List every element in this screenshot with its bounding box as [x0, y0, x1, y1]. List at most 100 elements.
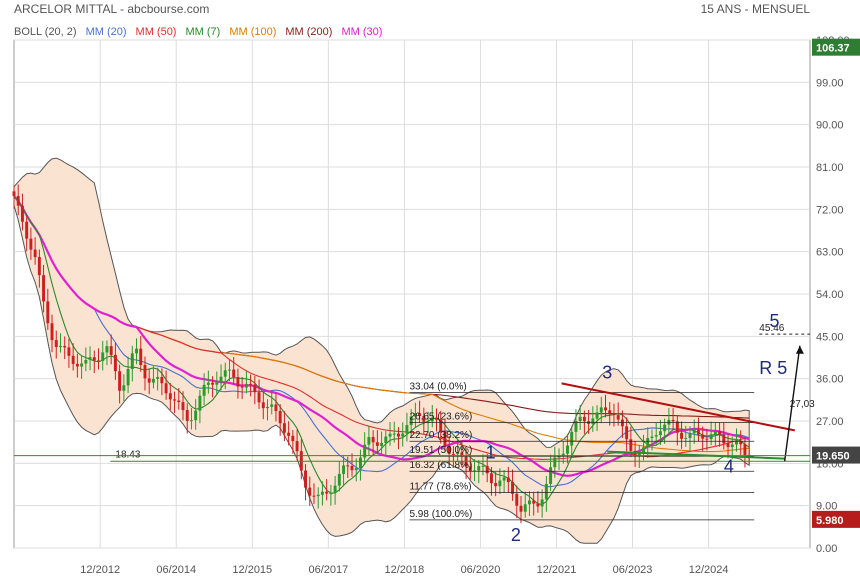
candle: [168, 393, 172, 400]
candle: [401, 433, 405, 437]
candle: [147, 378, 151, 383]
candle: [198, 395, 202, 411]
candle: [63, 345, 67, 348]
candle: [604, 407, 607, 411]
candle: [544, 483, 548, 500]
candle: [308, 487, 312, 496]
candle: [253, 384, 257, 393]
candle: [375, 442, 379, 446]
candle: [257, 392, 261, 403]
candle: [346, 465, 350, 467]
candle: [46, 301, 50, 324]
candle: [688, 433, 692, 439]
candle: [177, 400, 181, 403]
candle: [625, 426, 629, 440]
candle: [616, 415, 620, 420]
candle: [236, 377, 240, 387]
candle: [595, 412, 599, 419]
candle: [113, 354, 117, 372]
y-tick-label: 54.00: [816, 289, 844, 301]
candle: [67, 347, 71, 356]
candle: [215, 382, 219, 385]
y-tick-label: 63.00: [816, 247, 844, 259]
candle: [608, 410, 612, 414]
candle: [566, 445, 569, 454]
fibonacci-label: 26.65 (23.6%): [409, 412, 472, 423]
candle: [701, 434, 705, 439]
candle: [692, 430, 696, 434]
top-price-badge: 106.37: [816, 43, 850, 55]
wave-label: 1: [486, 443, 496, 463]
candle: [663, 424, 667, 432]
fibonacci-label: 16.32 (61.8%): [409, 460, 472, 471]
candle: [333, 485, 337, 494]
candle: [202, 384, 206, 396]
y-tick-label: 99.00: [816, 77, 844, 89]
candle: [20, 205, 24, 222]
x-tick-label: 06/2017: [308, 564, 348, 576]
wave-label: 4: [724, 457, 734, 477]
candle: [189, 420, 193, 422]
candle: [160, 376, 164, 384]
candle: [118, 371, 122, 391]
y-tick-label: 81.00: [816, 162, 844, 174]
candle: [126, 368, 130, 386]
candle: [696, 430, 700, 435]
candle: [151, 378, 155, 383]
candle: [143, 365, 147, 379]
candle: [540, 499, 544, 507]
candle: [164, 383, 168, 394]
candle: [16, 196, 20, 206]
candle: [405, 425, 409, 434]
candle: [312, 495, 316, 497]
candle: [342, 465, 346, 474]
candle: [194, 410, 198, 421]
candle: [337, 473, 341, 486]
x-tick-label: 12/2015: [232, 564, 272, 576]
candle: [223, 370, 227, 377]
candle: [494, 483, 498, 487]
current-price-badge: 19.650: [816, 451, 850, 463]
candle: [29, 238, 33, 250]
candle: [650, 436, 654, 438]
candle: [291, 435, 295, 442]
candle: [599, 407, 603, 413]
candle: [244, 383, 248, 388]
wave-label: 2: [511, 525, 521, 545]
x-tick-label: 06/2023: [613, 564, 653, 576]
candle: [392, 433, 396, 435]
candle: [549, 467, 553, 484]
candle: [295, 441, 299, 452]
candle: [350, 466, 354, 471]
x-tick-label: 12/2018: [385, 564, 425, 576]
x-tick-label: 12/2012: [80, 564, 120, 576]
candle: [173, 399, 177, 401]
candle: [282, 423, 286, 433]
candle: [477, 466, 481, 471]
candle: [675, 421, 679, 433]
support-label: 18.43: [115, 449, 140, 460]
candle: [654, 435, 658, 437]
candle: [92, 357, 96, 361]
candle: [680, 432, 684, 439]
candle: [274, 404, 278, 412]
price-chart: 0.009.0018.0027.0036.0045.0054.0063.0072…: [12, 35, 860, 576]
y-tick-label: 36.00: [816, 374, 844, 386]
candle: [532, 500, 536, 504]
fibonacci-label: 33.04 (0.0%): [409, 382, 466, 393]
candle: [249, 383, 253, 385]
candle: [185, 410, 189, 421]
candle: [12, 191, 16, 197]
candle: [658, 431, 662, 436]
candle: [582, 416, 586, 422]
candle: [287, 432, 291, 436]
bollinger-band: [13, 157, 750, 544]
candle: [84, 359, 88, 364]
candle: [304, 470, 308, 488]
candle: [646, 437, 650, 448]
x-tick-label: 06/2014: [156, 564, 196, 576]
candle: [671, 419, 675, 422]
candle: [523, 504, 527, 512]
candle: [270, 404, 274, 407]
candle: [713, 431, 717, 435]
